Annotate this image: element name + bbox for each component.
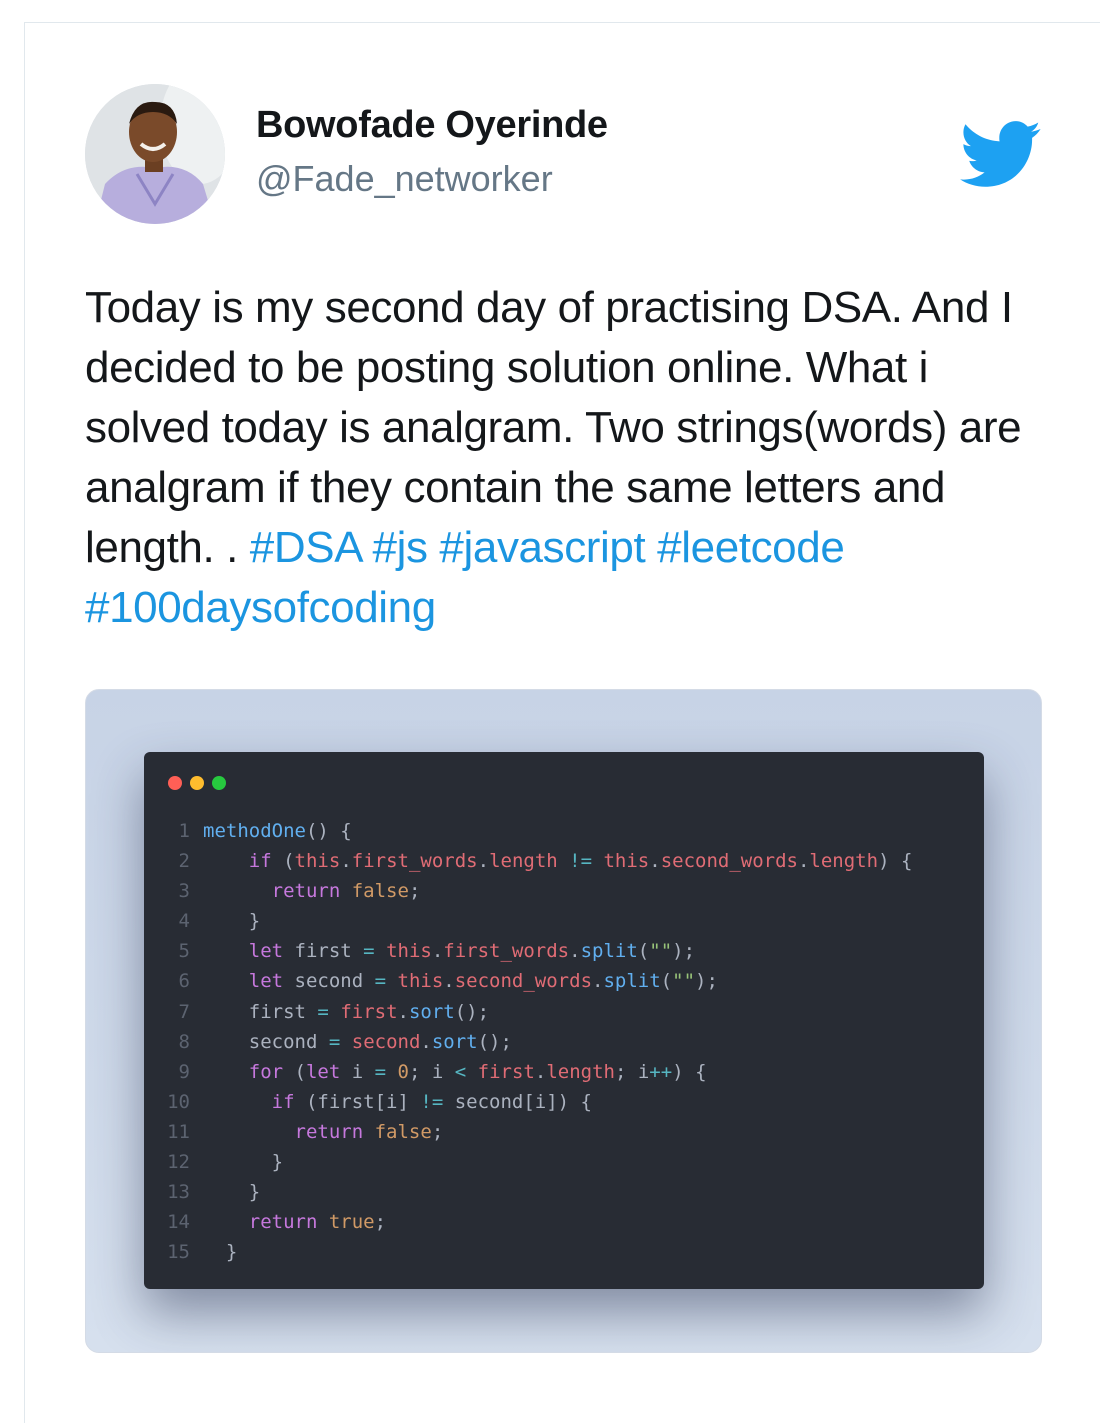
line-number: 4 bbox=[178, 910, 190, 933]
line-number: 10 bbox=[167, 1090, 190, 1113]
code-text: } bbox=[248, 1181, 261, 1204]
code-window: 1 methodOne() { 2 if (this.first_words.len… bbox=[144, 752, 984, 1289]
line-number: 5 bbox=[178, 940, 190, 963]
line-number: 1 bbox=[178, 820, 190, 842]
line-number: 3 bbox=[178, 880, 190, 903]
hashtag-dsa[interactable]: #DSA bbox=[250, 523, 361, 572]
line-number: 15 bbox=[167, 1241, 190, 1264]
close-dot-icon bbox=[168, 776, 182, 790]
line-number: 14 bbox=[167, 1211, 190, 1234]
tweet-text: Today is my second day of practising DSA… bbox=[85, 278, 1055, 638]
minimize-dot-icon bbox=[190, 776, 204, 790]
code-text: } bbox=[248, 910, 261, 933]
code-text: return true; bbox=[248, 1211, 387, 1234]
code-line: 3 return false; bbox=[144, 876, 984, 906]
code-line: 11 return false; bbox=[144, 1117, 984, 1147]
line-number: 8 bbox=[178, 1030, 190, 1053]
code-text: } bbox=[271, 1151, 284, 1174]
code-line: 9 for (let i = 0; i < first.length; i++)… bbox=[144, 1057, 984, 1087]
code-text: } bbox=[225, 1241, 238, 1264]
code-text: return false; bbox=[271, 880, 421, 903]
code-line: 15 } bbox=[144, 1237, 984, 1267]
code-text: first = first.sort(); bbox=[248, 1000, 490, 1023]
code-line: 1 methodOne() { bbox=[144, 816, 984, 846]
hashtag-leetcode[interactable]: #leetcode bbox=[657, 523, 845, 572]
code-line: 6 let second = this.second_words.split("… bbox=[144, 966, 984, 996]
attached-code-image[interactable]: 1 methodOne() { 2 if (this.first_words.len… bbox=[85, 689, 1042, 1353]
line-number: 11 bbox=[167, 1120, 190, 1143]
code-text: let second = this.second_words.split("")… bbox=[248, 970, 718, 993]
line-number: 6 bbox=[178, 970, 190, 993]
code-line: 10 if (first[i] != second[i]) { bbox=[144, 1087, 984, 1117]
code-line: 14 return true; bbox=[144, 1207, 984, 1237]
author-handle[interactable]: @Fade_networker bbox=[256, 158, 553, 200]
line-number: 7 bbox=[178, 1000, 190, 1023]
twitter-bird-icon[interactable] bbox=[960, 120, 1042, 190]
line-number: 2 bbox=[178, 850, 190, 873]
hashtag-js[interactable]: #js bbox=[373, 523, 428, 572]
code-line: 12 } bbox=[144, 1147, 984, 1177]
code-line: 13 } bbox=[144, 1177, 984, 1207]
code-text: return false; bbox=[294, 1120, 444, 1143]
hashtag-javascript[interactable]: #javascript bbox=[439, 523, 645, 572]
maximize-dot-icon bbox=[212, 776, 226, 790]
code-text: methodOne() { bbox=[203, 820, 352, 842]
code-text: for (let i = 0; i < first.length; i++) { bbox=[248, 1060, 707, 1083]
avatar-photo bbox=[85, 84, 225, 224]
code-line: 7 first = first.sort(); bbox=[144, 997, 984, 1027]
window-controls bbox=[168, 776, 226, 790]
code-text: let first = this.first_words.split(""); bbox=[248, 940, 696, 963]
avatar[interactable] bbox=[85, 84, 225, 224]
code-line: 8 second = second.sort(); bbox=[144, 1027, 984, 1057]
line-number: 13 bbox=[167, 1181, 190, 1204]
author-name[interactable]: Bowofade Oyerinde bbox=[256, 104, 608, 147]
code-line: 5 let first = this.first_words.split("")… bbox=[144, 936, 984, 966]
hashtag-100daysofcoding[interactable]: #100daysofcoding bbox=[85, 583, 436, 632]
code-block: 1 methodOne() { 2 if (this.first_words.len… bbox=[144, 816, 984, 1267]
code-line: 4 } bbox=[144, 906, 984, 936]
code-text: second = second.sort(); bbox=[248, 1030, 512, 1053]
code-text: if (first[i] != second[i]) { bbox=[271, 1090, 592, 1113]
code-text: if (this.first_words.length != this.seco… bbox=[248, 850, 913, 873]
code-line: 2 if (this.first_words.length != this.se… bbox=[144, 846, 984, 876]
line-number: 9 bbox=[178, 1060, 190, 1083]
line-number: 12 bbox=[167, 1151, 190, 1174]
